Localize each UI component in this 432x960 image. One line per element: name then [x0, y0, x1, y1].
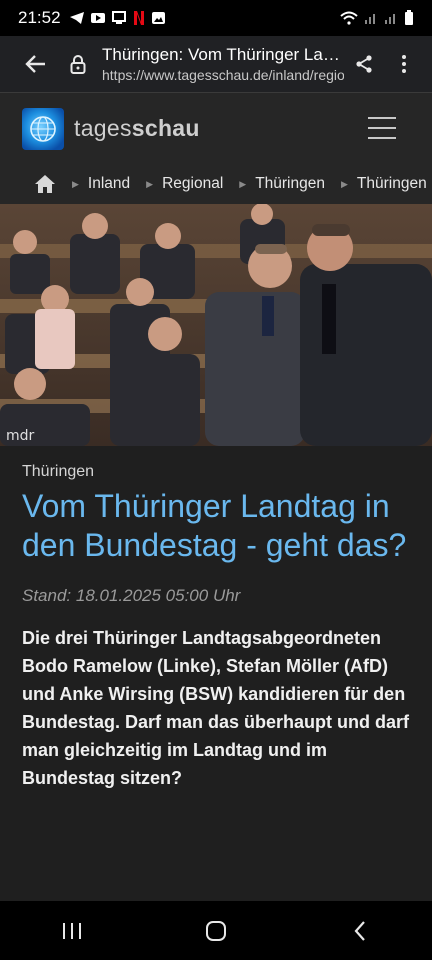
globe-logo-icon	[30, 115, 56, 142]
share-button[interactable]	[344, 44, 384, 84]
signal-icon	[385, 14, 395, 24]
hamburger-line	[368, 137, 396, 139]
article-headline: Vom Thüringer Landtag in den Bundestag -…	[22, 488, 407, 563]
hero-photo: mdr	[0, 204, 432, 446]
site-info-button[interactable]	[62, 44, 94, 84]
hamburger-line	[368, 117, 396, 119]
browser-toolbar: Thüringen: Vom Thüringer Landtag in den …	[0, 36, 432, 92]
wifi-icon	[340, 11, 358, 25]
chevron-left-icon	[354, 920, 365, 941]
recent-apps-button[interactable]	[42, 911, 102, 951]
breadcrumb-item-regional[interactable]: ▶ Regional	[130, 175, 223, 193]
article-kicker: Thüringen	[22, 463, 95, 480]
breadcrumb: ▶ Inland ▶ Regional ▶ Thüringen ▶ Thüringen	[0, 164, 432, 204]
site-name-light: tages	[74, 115, 132, 141]
youtube-tv-icon	[90, 13, 105, 23]
chevron-right-icon: ▶	[239, 178, 247, 189]
system-navigation-bar	[0, 901, 432, 960]
page-url: https://www.tagesschau.de/inland/regiona…	[102, 67, 344, 83]
arrow-left-icon	[25, 55, 45, 73]
breadcrumb-label: Thüringen	[255, 175, 325, 192]
home-button[interactable]	[186, 911, 246, 951]
share-icon	[356, 55, 372, 73]
gallery-icon	[151, 12, 165, 24]
hamburger-line	[368, 127, 396, 129]
site-name-bold: schau	[131, 115, 200, 141]
site-name[interactable]: tagesschau	[74, 115, 200, 142]
breadcrumb-item-current[interactable]: ▶ Thüringen	[325, 175, 427, 193]
netflix-icon	[131, 10, 146, 26]
home-circle-icon	[206, 920, 226, 941]
breadcrumb-item-inland[interactable]: ▶ Inland	[56, 175, 130, 193]
site-header: tagesschau	[0, 92, 432, 164]
home-icon	[35, 175, 55, 193]
hero-image[interactable]: mdr	[0, 204, 432, 446]
article-content: Thüringen Vom Thüringer Landtag in den B…	[0, 446, 432, 901]
cast-icon	[111, 11, 126, 24]
browser-menu-button[interactable]	[384, 44, 424, 84]
status-bar: 21:52	[0, 0, 432, 36]
signal-icon	[365, 14, 375, 24]
notification-icons	[69, 10, 166, 26]
breadcrumb-label: Thüringen	[356, 175, 427, 192]
more-vertical-icon	[402, 55, 406, 73]
telegram-icon	[69, 12, 84, 24]
article-dateline: Stand: 18.01.2025 05:00 Uhr	[22, 586, 241, 606]
system-back-button[interactable]	[330, 911, 390, 951]
breadcrumb-item-thueringen[interactable]: ▶ Thüringen	[223, 175, 325, 193]
chevron-right-icon: ▶	[72, 178, 79, 189]
status-right-icons	[340, 10, 414, 26]
chevron-right-icon: ▶	[146, 178, 154, 189]
battery-icon	[405, 10, 413, 25]
breadcrumb-label: Regional	[162, 175, 224, 192]
hero-watermark: mdr	[6, 428, 35, 444]
chevron-right-icon: ▶	[340, 178, 348, 189]
hamburger-menu-button[interactable]	[368, 117, 396, 139]
lock-icon	[70, 55, 86, 74]
back-button[interactable]	[16, 44, 56, 84]
tagesschau-logo[interactable]	[22, 107, 64, 150]
status-time: 21:52	[18, 8, 61, 27]
breadcrumb-label: Inland	[87, 175, 131, 192]
article-lead: Die drei Thüringer Landtagsabgeordneten …	[22, 628, 410, 789]
page-title: Thüringen: Vom Thüringer Landtag in den …	[102, 45, 344, 64]
recent-apps-icon	[63, 922, 81, 939]
address-bar[interactable]: Thüringen: Vom Thüringer Landtag in den …	[102, 45, 344, 83]
breadcrumb-home[interactable]	[34, 173, 56, 195]
